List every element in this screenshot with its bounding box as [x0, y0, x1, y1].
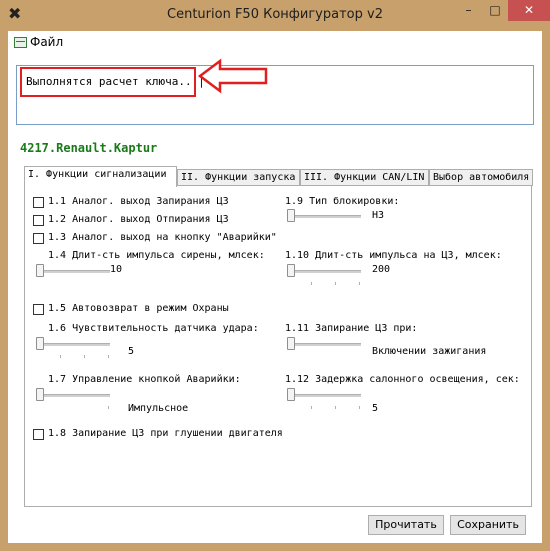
tab-panel: 1.1 Аналог. выход Запирания ЦЗ 1.2 Анало…: [24, 185, 532, 507]
slider-track: [289, 270, 361, 273]
slider-thumb[interactable]: [287, 337, 295, 350]
slider-1-10[interactable]: [287, 264, 361, 286]
slider-1-11[interactable]: [287, 337, 361, 359]
slider-tick: [108, 355, 109, 358]
title-bar[interactable]: ✖ Centurion F50 Конфигуратор v2 – □ ✕: [0, 0, 550, 31]
setting-1-5-label: 1.5 Автовозврат в режим Охраны: [48, 303, 229, 314]
checkbox-1-2[interactable]: [33, 215, 44, 226]
slider-track: [38, 270, 110, 273]
setting-1-11-value: Включении зажигания: [372, 346, 487, 357]
menu-file-label: Файл: [30, 35, 64, 49]
setting-1-4-label: 1.4 Длит-сть импульса сирены, млсек:: [48, 250, 265, 261]
setting-1-6-label: 1.6 Чувствительность датчика удара:: [48, 323, 259, 334]
slider-tick: [311, 406, 312, 409]
setting-1-10-value: 200: [372, 264, 391, 275]
setting-1-12-value: 5: [372, 403, 379, 414]
read-button[interactable]: Прочитать: [368, 515, 444, 535]
slider-track: [38, 394, 110, 397]
vehicle-name: 4217.Renault.Kaptur: [20, 141, 158, 155]
slider-thumb[interactable]: [36, 337, 44, 350]
tab-can-lin-functions[interactable]: III. Функции CAN/LIN: [300, 169, 429, 186]
checkbox-1-1[interactable]: [33, 197, 44, 208]
slider-tick: [335, 282, 336, 285]
setting-1-9-value: НЗ: [372, 210, 385, 221]
slider-tick: [108, 406, 109, 409]
slider-thumb[interactable]: [287, 264, 295, 277]
slider-tick: [335, 406, 336, 409]
slider-track: [289, 394, 361, 397]
highlight-box: [20, 67, 196, 97]
close-button[interactable]: ✕: [508, 0, 550, 21]
slider-thumb[interactable]: [36, 264, 44, 277]
setting-1-10-label: 1.10 Длит-сть импульса на ЦЗ, млсек:: [285, 250, 502, 261]
checkbox-1-5[interactable]: [33, 304, 44, 315]
slider-1-12[interactable]: [287, 388, 361, 410]
setting-1-11-label: 1.11 Запирание ЦЗ при:: [285, 323, 418, 334]
slider-1-4[interactable]: [36, 264, 110, 286]
setting-1-7-label: 1.7 Управление кнопкой Аварийки:: [48, 374, 241, 385]
slider-thumb[interactable]: [287, 209, 295, 222]
setting-1-12-label: 1.12 Задержка салонного освещения, сек:: [285, 374, 520, 385]
setting-1-2-label: 1.2 Аналог. выход Отпирания ЦЗ: [48, 214, 229, 225]
setting-1-3-label: 1.3 Аналог. выход на кнопку "Аварийки": [48, 232, 277, 243]
slider-track: [38, 343, 110, 346]
slider-1-9[interactable]: [287, 209, 361, 231]
setting-1-7-value: Импульсное: [128, 403, 189, 414]
setting-1-9-label: 1.9 Тип блокировки:: [285, 196, 400, 207]
slider-track: [289, 343, 361, 346]
highlight-arrow-icon: [198, 58, 268, 94]
save-button[interactable]: Сохранить: [450, 515, 526, 535]
slider-tick: [311, 282, 312, 285]
app-window: ✖ Centurion F50 Конфигуратор v2 – □ ✕ Фа…: [0, 0, 550, 551]
client-area: Файл Выполнятся расчет ключа...| 4217.Re…: [8, 31, 542, 543]
minimize-button[interactable]: –: [455, 0, 482, 21]
maximize-button[interactable]: □: [482, 0, 508, 21]
tab-vehicle-select[interactable]: Выбор автомобиля: [429, 169, 533, 186]
tab-alarm-functions[interactable]: I. Функции сигнализации: [24, 166, 177, 187]
slider-tick: [359, 406, 360, 409]
slider-thumb[interactable]: [36, 388, 44, 401]
menu-file[interactable]: Файл: [14, 35, 63, 49]
slider-track: [289, 215, 361, 218]
setting-1-1-label: 1.1 Аналог. выход Запирания ЦЗ: [48, 196, 229, 207]
setting-1-4-value: 10: [110, 264, 123, 275]
setting-1-8-label: 1.8 Запирание ЦЗ при глушении двигателя: [48, 428, 283, 439]
checkbox-1-3[interactable]: [33, 233, 44, 244]
slider-tick: [84, 355, 85, 358]
slider-thumb[interactable]: [287, 388, 295, 401]
menu-bar: Файл: [8, 31, 542, 53]
slider-tick: [359, 282, 360, 285]
slider-1-6[interactable]: [36, 337, 110, 359]
setting-1-6-value: 5: [128, 346, 135, 357]
slider-1-7[interactable]: [36, 388, 110, 410]
tab-start-functions[interactable]: II. Функции запуска: [177, 169, 300, 186]
checkbox-1-8[interactable]: [33, 429, 44, 440]
file-menu-icon: [14, 36, 27, 48]
slider-tick: [60, 355, 61, 358]
